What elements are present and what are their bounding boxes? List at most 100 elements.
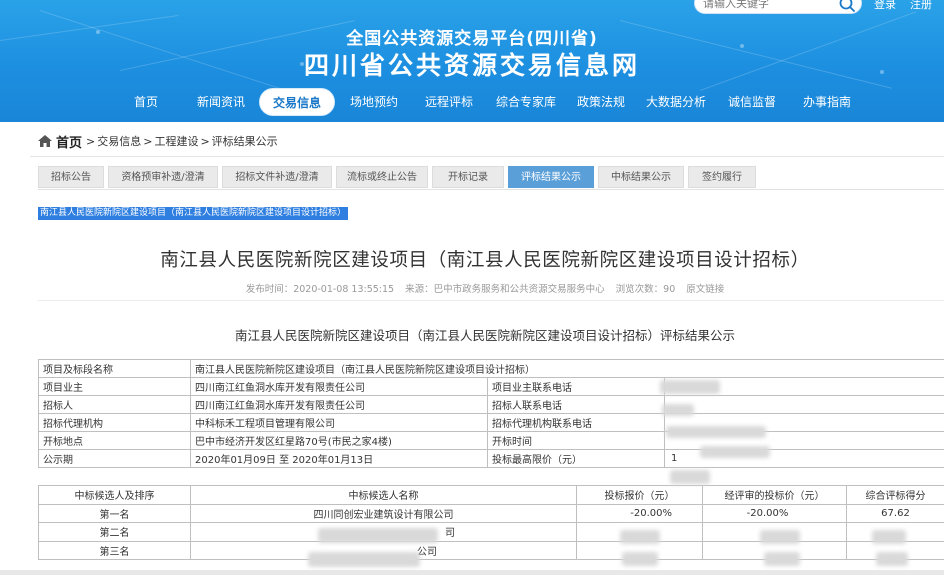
divider: [30, 156, 944, 157]
search-box: [694, 0, 862, 14]
table-row: 招标人 四川南江红鱼洞水库开发有限责任公司 招标人联系电话: [38, 395, 944, 414]
table-cell-value: 巴中市经济开发区红星路70号(市民之家4楼): [190, 431, 488, 450]
table-cell-value: 南江县人民医院新院区建设项目（南江县人民医院新院区建设项目设计招标）: [189, 359, 944, 378]
table-cell-rank: 第二名: [38, 522, 191, 542]
breadcrumb-separator: >: [200, 134, 210, 148]
tab-tender-notice[interactable]: 招标公告: [38, 166, 104, 188]
tab-tender-document-addendum[interactable]: 招标文件补遗/澄清: [222, 166, 332, 188]
table-cell-label: 招标人: [38, 395, 191, 414]
site-title: 四川省公共资源交易信息网: [303, 51, 640, 80]
original-link[interactable]: 原文链接: [686, 284, 724, 295]
tab-evaluation-result[interactable]: 评标结果公示: [508, 166, 594, 188]
tab-contract-performance[interactable]: 签约履行: [688, 166, 756, 188]
login-link[interactable]: 登录: [874, 0, 896, 12]
home-icon: [38, 135, 52, 147]
table-cell-label: 投标最高限价（元）: [487, 449, 665, 468]
nav-item-news[interactable]: 新闻资讯: [197, 88, 245, 116]
table-row: 第三名 公司: [38, 540, 944, 560]
redacted-block: [662, 404, 694, 416]
bidder-ranking-table: 中标候选人及排序 中标候选人名称 投标报价（元） 经评审的投标价（元） 综合评标…: [38, 485, 944, 560]
view-count: 浏览次数：90: [615, 284, 676, 295]
table-cell-value: 四川南江红鱼洞水库开发有限责任公司: [190, 395, 488, 414]
table-row: 第二名 司: [38, 522, 944, 542]
article-meta: 发布时间：2020-01-08 13:55:15 来源：巴中市政务服务和公共资源…: [0, 281, 944, 295]
breadcrumb-home[interactable]: 首页: [56, 132, 82, 151]
breadcrumb-separator: >: [143, 134, 153, 148]
table-header-cell: 投标报价（元）: [576, 485, 703, 505]
main-nav: 首页 新闻资讯 交易信息 场地预约 远程评标 综合专家库 政策法规 大数据分析 …: [0, 88, 944, 116]
nav-item-service-guide[interactable]: 办事指南: [803, 88, 851, 116]
tab-prequalification-addendum[interactable]: 资格预审补遗/澄清: [108, 166, 218, 188]
tab-bid-opening-record[interactable]: 开标记录: [432, 166, 504, 188]
tab-award-result[interactable]: 中标结果公示: [598, 166, 684, 188]
nav-item-policies[interactable]: 政策法规: [577, 88, 625, 116]
nav-item-expert-pool[interactable]: 综合专家库: [496, 88, 556, 116]
nav-item-trade-info[interactable]: 交易信息: [259, 88, 335, 116]
table-cell-reviewed-bid: -20.00%: [702, 503, 847, 523]
content-heading: 南江县人民医院新院区建设项目（南江县人民医院新院区建设项目设计招标）评标结果公示: [234, 328, 735, 343]
selected-text-title: 南江县人民医院新院区建设项目（南江县人民医院新院区建设项目设计招标）: [38, 207, 349, 220]
redacted-block: [764, 552, 800, 566]
breadcrumb-trade-info[interactable]: 交易信息: [97, 133, 141, 149]
article-title: 南江县人民医院新院区建设项目（南江县人民医院新院区建设项目设计招标）: [160, 250, 810, 271]
redacted-block: [666, 426, 766, 438]
table-cell-name: 四川同创宏业建筑设计有限公司: [190, 503, 577, 523]
redacted-block: [876, 552, 908, 566]
redacted-block: [760, 530, 800, 544]
table-cell-value: 四川南江红鱼洞水库开发有限责任公司: [190, 377, 488, 396]
table-cell-label: 项目业主联系电话: [487, 377, 665, 396]
redacted-block: [670, 470, 710, 484]
table-cell-label: 项目业主: [38, 377, 191, 396]
breadcrumb: 首页 > 交易信息 > 工程建设 > 评标结果公示: [38, 132, 278, 151]
site-header: 登录 注册 全国公共资源交易平台(四川省) 四川省公共资源交易信息网 首页 新闻…: [0, 0, 944, 122]
table-row: 项目及标段名称 南江县人民医院新院区建设项目（南江县人民医院新院区建设项目设计招…: [38, 359, 944, 378]
search-icon[interactable]: [838, 0, 856, 13]
breadcrumb-current: 评标结果公示: [211, 135, 278, 148]
table-header-cell: 中标候选人名称: [190, 485, 577, 505]
table-header-row: 中标候选人及排序 中标候选人名称 投标报价（元） 经评审的投标价（元） 综合评标…: [38, 485, 944, 505]
nav-item-big-data[interactable]: 大数据分析: [646, 88, 706, 116]
table-cell-label: 开标地点: [38, 431, 191, 450]
table-cell-score: 67.62: [846, 503, 944, 523]
table-cell-value: 2020年01月09日 至 2020年01月13日: [190, 449, 488, 468]
horizontal-scrollbar[interactable]: [0, 570, 944, 575]
nav-item-home[interactable]: 首页: [134, 88, 158, 116]
redacted-block: [620, 530, 660, 544]
table-cell-value: [663, 395, 944, 414]
table-cell-label: 公示期: [38, 449, 191, 468]
publish-time: 发布时间：2020-01-08 13:55:15: [245, 284, 395, 295]
nav-item-remote-evaluation[interactable]: 远程评标: [425, 88, 473, 116]
table-header-cell: 综合评标得分: [846, 485, 944, 505]
table-cell-label: 招标代理机构: [38, 413, 191, 432]
redacted-block: [308, 552, 420, 567]
table-cell-value: 中科标禾工程项目管理有限公司: [190, 413, 488, 432]
redacted-block: [872, 530, 906, 544]
search-input[interactable]: [703, 0, 831, 12]
redacted-block: [660, 380, 720, 394]
table-header-cell: 中标候选人及排序: [38, 485, 191, 505]
table-row: 第一名 四川同创宏业建筑设计有限公司 -20.00% -20.00% 67.62: [38, 503, 944, 523]
redacted-block: [622, 552, 658, 566]
table-row: 开标地点 巴中市经济开发区红星路70号(市民之家4楼) 开标时间: [38, 431, 944, 450]
tab-failed-or-terminated[interactable]: 流标或终止公告: [336, 166, 428, 188]
breadcrumb-engineering[interactable]: 工程建设: [154, 133, 198, 149]
table-row: 公示期 2020年01月09日 至 2020年01月13日 投标最高限价（元） …: [38, 449, 944, 468]
table-cell-label: 项目及标段名称: [38, 359, 191, 378]
nav-item-credit-supervision[interactable]: 诚信监督: [728, 88, 776, 116]
table-row: 项目业主 四川南江红鱼洞水库开发有限责任公司 项目业主联系电话: [38, 377, 944, 396]
table-cell-rank: 第一名: [38, 503, 191, 523]
redacted-block: [700, 446, 770, 458]
table-row: 招标代理机构 中科标禾工程项目管理有限公司 招标代理机构联系电话: [38, 413, 944, 432]
project-info-table: 项目及标段名称 南江县人民医院新院区建设项目（南江县人民医院新院区建设项目设计招…: [38, 359, 944, 468]
divider: [38, 189, 944, 190]
register-link[interactable]: 注册: [910, 0, 932, 12]
redacted-block: [318, 528, 438, 543]
table-header-cell: 经评审的投标价（元）: [702, 485, 847, 505]
table-cell-label: 开标时间: [487, 431, 665, 450]
article-source: 来源：巴中市政务服务和公共资源交易服务中心: [405, 284, 605, 295]
table-cell-rank: 第三名: [38, 540, 191, 560]
nav-item-venue-booking[interactable]: 场地预约: [350, 88, 398, 116]
table-cell-bid: -20.00%: [576, 503, 703, 523]
table-cell-label: 招标人联系电话: [487, 395, 665, 414]
table-cell-label: 招标代理机构联系电话: [487, 413, 665, 432]
